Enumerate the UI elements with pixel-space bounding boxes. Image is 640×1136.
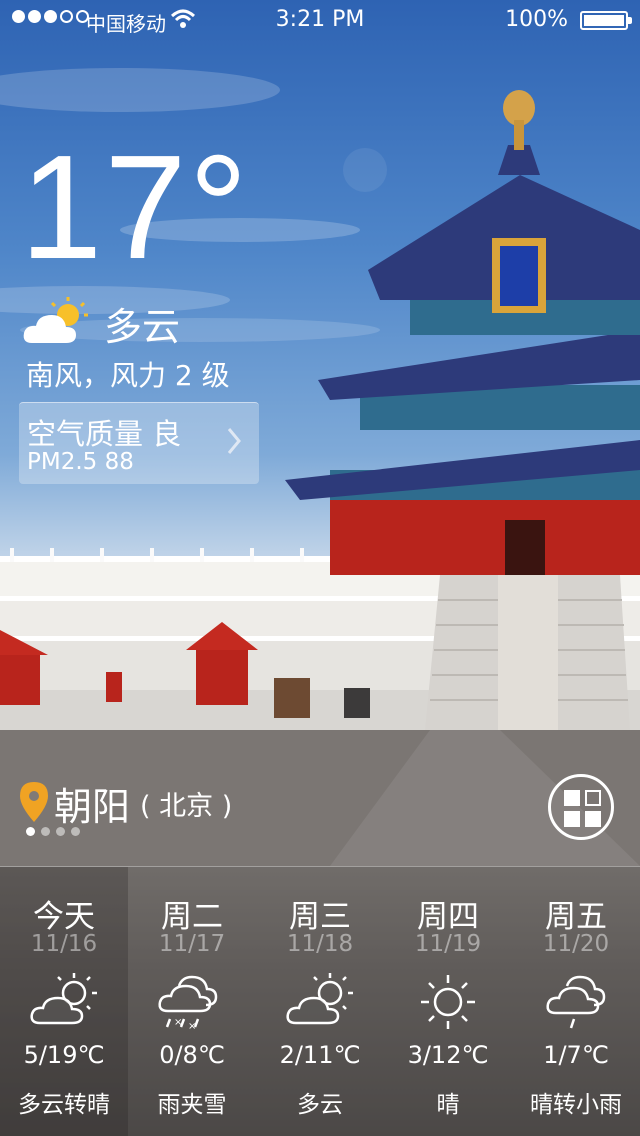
page-indicator[interactable] — [26, 827, 80, 836]
location-header[interactable]: 朝阳 ( 北京 ) — [20, 776, 232, 831]
wind-info: 南风，风力 2 级 — [26, 359, 230, 392]
forecast-date: 11/16 — [30, 931, 98, 957]
forecast-temp-range: 2/11℃ — [279, 1041, 361, 1069]
forecast-description: 晴 — [436, 1092, 460, 1118]
page-dot[interactable] — [71, 827, 80, 836]
page-dot[interactable] — [41, 827, 50, 836]
forecast-description: 晴转小雨 — [530, 1092, 622, 1118]
forecast-temp-range: 5/19℃ — [23, 1041, 105, 1069]
city-grid-button[interactable] — [548, 774, 614, 840]
forecast-day-name: 今天 — [33, 899, 95, 935]
forecast-temp-range: 3/12℃ — [407, 1041, 489, 1069]
battery-percentage: 100% — [505, 7, 568, 32]
forecast-day[interactable]: 周二 11/17 × × 0/8℃ 雨夹雪 — [128, 867, 256, 1136]
forecast-description: 多云转晴 — [18, 1092, 110, 1118]
partly-cloudy-icon — [26, 971, 102, 1033]
svg-text:×: × — [174, 1017, 182, 1028]
forecast-strip: 今天 11/16 5/19℃ 多云转晴 周二 11/17 × × 0/8℃ 雨夹… — [0, 866, 640, 1136]
forecast-date: 11/19 — [414, 931, 482, 957]
forecast-temp-range: 1/7℃ — [543, 1041, 609, 1069]
page-dot[interactable] — [56, 827, 65, 836]
forecast-description: 雨夹雪 — [157, 1092, 227, 1118]
forecast-day-name: 周四 — [417, 899, 479, 935]
forecast-day[interactable]: 周四 11/19 3/12℃ 晴 — [384, 867, 512, 1136]
page-dot[interactable] — [26, 827, 35, 836]
sleet-icon: × × — [154, 971, 230, 1033]
forecast-date: 11/17 — [158, 931, 226, 957]
current-condition-row: 多云 — [22, 296, 180, 351]
forecast-day[interactable]: 周五 11/20 1/7℃ 晴转小雨 — [512, 867, 640, 1136]
pm25-value: PM2.5 88 — [27, 449, 134, 475]
sunny-icon — [410, 971, 486, 1033]
partly-cloudy-icon — [282, 971, 358, 1033]
location-pin-icon — [20, 781, 48, 826]
forecast-day[interactable]: 今天 11/16 5/19℃ 多云转晴 — [0, 867, 128, 1136]
forecast-temp-range: 0/8℃ — [159, 1041, 225, 1069]
location-name: 朝阳 — [54, 785, 131, 829]
forecast-day[interactable]: 周三 11/18 2/11℃ 多云 — [256, 867, 384, 1136]
air-quality-title: 空气质量 良 — [27, 417, 182, 451]
forecast-day-name: 周五 — [545, 899, 607, 935]
battery-icon — [580, 11, 632, 30]
svg-text:×: × — [188, 1021, 196, 1032]
location-city: ( 北京 ) — [140, 791, 233, 822]
forecast-date: 11/18 — [286, 931, 354, 957]
forecast-day-name: 周三 — [289, 899, 351, 935]
status-bar: 中国移动 3:21 PM 100% — [0, 0, 640, 40]
forecast-day-name: 周二 — [161, 899, 223, 935]
current-temperature: 17° — [20, 125, 250, 290]
forecast-description: 多云 — [297, 1092, 343, 1118]
light-rain-icon — [538, 971, 614, 1033]
forecast-date: 11/20 — [542, 931, 610, 957]
air-quality-card[interactable]: 空气质量 良 PM2.5 88 — [19, 402, 259, 484]
current-condition-text: 多云 — [104, 305, 181, 349]
chevron-right-icon — [227, 427, 241, 463]
partly-cloudy-icon — [22, 296, 92, 351]
